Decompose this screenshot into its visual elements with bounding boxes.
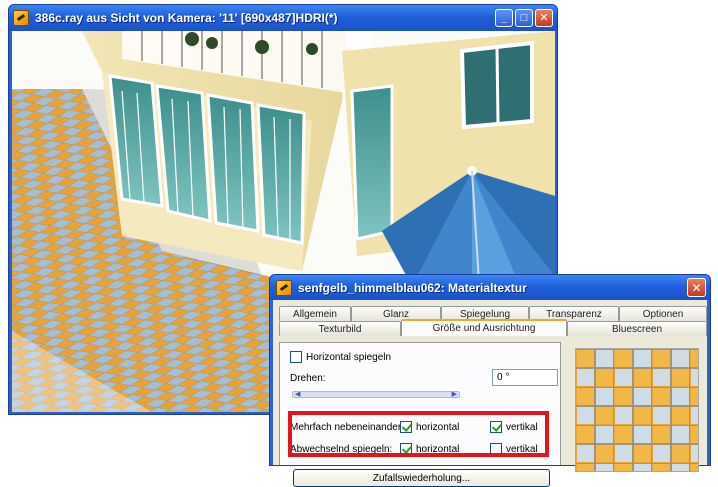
horizontal-spiegeln-row: Horizontal spiegeln xyxy=(290,351,391,363)
zufallswiederholung-button[interactable]: Zufallswiederholung... xyxy=(293,469,550,487)
tab-bluescreen[interactable]: Bluescreen xyxy=(567,321,707,336)
dialog-app-icon xyxy=(276,279,292,296)
minimize-button[interactable]: _ xyxy=(495,9,513,27)
dialog-close-button[interactable]: ✕ xyxy=(687,278,706,297)
texture-preview xyxy=(575,348,699,472)
dialog-title: senfgelb_himmelblau062: Materialtextur xyxy=(298,280,527,295)
close-icon: ✕ xyxy=(539,11,549,24)
drehen-input[interactable]: 0 ° xyxy=(492,369,558,386)
dialog-body: Allgemein Glanz Spiegelung Transparenz O… xyxy=(273,300,707,487)
texture-preview-image xyxy=(576,349,698,471)
material-texture-dialog: senfgelb_himmelblau062: Materialtextur ✕… xyxy=(269,274,711,487)
maximize-button[interactable]: □ xyxy=(515,9,533,27)
render-window-title: 386c.ray aus Sicht von Kamera: '11' [690… xyxy=(35,11,338,25)
drehen-label: Drehen: xyxy=(290,373,326,384)
close-button[interactable]: ✕ xyxy=(535,9,553,27)
tab-allgemein[interactable]: Allgemein xyxy=(279,306,351,321)
render-window-titlebar[interactable]: 386c.ray aus Sicht von Kamera: '11' [690… xyxy=(9,5,557,31)
tab-optionen[interactable]: Optionen xyxy=(619,306,707,321)
dialog-titlebar[interactable]: senfgelb_himmelblau062: Materialtextur ✕ xyxy=(270,275,710,300)
tab-groesse-und-ausrichtung[interactable]: Größe und Ausrichtung xyxy=(401,319,567,336)
app-icon xyxy=(13,10,29,26)
close-icon: ✕ xyxy=(691,280,702,295)
horizontal-spiegeln-checkbox[interactable] xyxy=(290,351,302,363)
slider-left-arrow-icon[interactable]: ◀ xyxy=(295,390,300,398)
drehen-row: Drehen: xyxy=(290,373,326,384)
tab-row-front: Texturbild Größe und Ausrichtung Bluescr… xyxy=(279,319,707,336)
size-orientation-panel: Horizontal spiegeln Drehen: 0 ° ◀ ▶ Mehr… xyxy=(279,342,561,487)
horizontal-spiegeln-label: Horizontal spiegeln xyxy=(306,351,392,363)
maximize-icon: □ xyxy=(520,11,528,24)
minimize-icon: _ xyxy=(500,11,508,24)
highlight-box xyxy=(288,411,549,457)
drehen-slider[interactable]: ◀ ▶ xyxy=(292,391,460,398)
tab-texturbild[interactable]: Texturbild xyxy=(279,321,401,336)
slider-right-arrow-icon[interactable]: ▶ xyxy=(452,390,457,398)
